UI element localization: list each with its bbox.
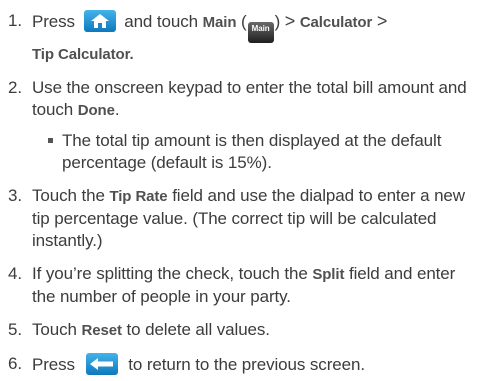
step-text: to delete all values. — [126, 320, 270, 339]
instruction-steps: 1. Press and touch Main (Main) > Calcula… — [8, 10, 471, 376]
step-number: 5. — [8, 320, 22, 339]
step-1: 1. Press and touch Main (Main) > Calcula… — [8, 10, 471, 66]
open-paren: ( — [241, 12, 247, 31]
step-number: 1. — [8, 11, 22, 30]
home-key-icon — [83, 10, 116, 32]
done-label: Done — [77, 102, 115, 119]
step-6: 6. Press to return to the previous scree… — [8, 353, 471, 376]
split-label: Split — [312, 266, 345, 283]
note-text: The total tip amount is then displayed a… — [62, 131, 442, 172]
step-text: Touch the — [32, 186, 105, 205]
step-2-note: The total tip amount is then displayed a… — [32, 130, 471, 174]
calculator-label: Calculator — [299, 14, 373, 31]
step-4: 4. If you’re splitting the check, touch … — [8, 263, 471, 308]
step-text: . — [114, 100, 120, 119]
step-text: to return to the previous screen. — [128, 355, 365, 374]
step-text: Press — [32, 355, 75, 374]
tip-rate-label: Tip Rate — [109, 188, 168, 205]
step-text: and touch — [124, 12, 198, 31]
path-separator: > — [284, 11, 296, 31]
instruction-page: 1. Press and touch Main (Main) > Calcula… — [0, 0, 485, 381]
close-paren: ) — [274, 12, 281, 31]
step-number: 2. — [8, 78, 22, 97]
main-label: Main — [202, 14, 237, 31]
step-3: 3. Touch the Tip Rate field and use the … — [8, 185, 471, 252]
bullet-icon — [48, 138, 53, 143]
path-separator: > — [376, 11, 388, 31]
step-text: Touch — [32, 320, 77, 339]
main-menu-icon: Main — [247, 22, 274, 43]
tip-calculator-label: Tip Calculator. — [32, 46, 134, 63]
step-2: 2. Use the onscreen keypad to enter the … — [8, 77, 471, 174]
step-text: If you’re splitting the check, touch the — [32, 264, 308, 283]
step-number: 4. — [8, 264, 22, 283]
step-text: Press — [32, 12, 75, 31]
step-number: 3. — [8, 186, 22, 205]
reset-label: Reset — [81, 322, 122, 339]
step-number: 6. — [8, 354, 22, 373]
back-key-icon — [85, 353, 118, 375]
step-5: 5. Touch Reset to delete all values. — [8, 319, 471, 342]
